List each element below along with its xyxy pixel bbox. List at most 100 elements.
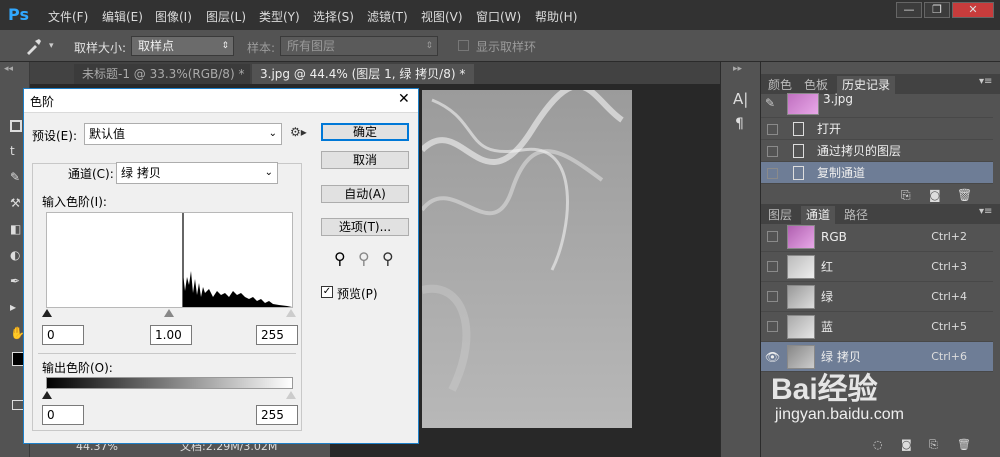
character-panel-icon[interactable]: A|	[733, 90, 748, 108]
history-item-label: 通过拷贝的图层	[817, 144, 902, 158]
ok-button[interactable]: 确定	[321, 123, 409, 141]
eraser-tool-icon[interactable]: ◧	[10, 222, 21, 236]
output-black-field[interactable]: 0	[42, 405, 84, 425]
pen-tool-icon[interactable]: ✒	[10, 274, 20, 288]
menu-bar: Ps 文件(F) 编辑(E) 图像(I) 图层(L) 类型(Y) 选择(S) 滤…	[0, 0, 1000, 30]
channel-row[interactable]: 绿 Ctrl+4	[761, 282, 993, 312]
menu-help[interactable]: 帮助(H)	[535, 8, 577, 25]
channel-row[interactable]: 红 Ctrl+3	[761, 252, 993, 282]
input-gamma-field[interactable]: 1.00	[150, 325, 192, 345]
panel-menu-icon[interactable]: ▾≡	[979, 76, 992, 87]
close-button[interactable]: ✕	[952, 2, 994, 18]
channel-name: 红	[821, 260, 834, 274]
black-point-eyedropper-icon[interactable]: ⚲	[334, 249, 346, 268]
input-black-field[interactable]: 0	[42, 325, 84, 345]
options-button[interactable]: 选项(T)...	[321, 218, 409, 236]
history-state-checkbox[interactable]	[767, 146, 778, 157]
history-item[interactable]: 通过拷贝的图层	[761, 140, 993, 162]
output-white-field[interactable]: 255	[256, 405, 298, 425]
paragraph-panel-icon[interactable]: ¶	[735, 116, 744, 132]
restore-button[interactable]: ❐	[924, 2, 950, 18]
history-document-icon	[793, 166, 804, 180]
preset-select[interactable]: 默认值 ⌄	[84, 123, 282, 145]
new-channel-icon[interactable]: ⎘	[929, 438, 938, 452]
menu-layer[interactable]: 图层(L)	[206, 8, 246, 25]
history-snapshot[interactable]: ✎ 3.jpg	[761, 92, 993, 118]
sample-select[interactable]: 所有图层 ⇕	[280, 36, 438, 56]
histogram	[46, 212, 293, 308]
channel-row[interactable]: 蓝 Ctrl+5	[761, 312, 993, 342]
channel-name: 绿	[821, 290, 834, 304]
input-black-slider[interactable]	[42, 309, 52, 317]
show-ring-checkbox[interactable]	[458, 40, 469, 51]
output-black-slider[interactable]	[42, 391, 52, 399]
gray-point-eyedropper-icon[interactable]: ⚲	[358, 249, 370, 268]
auto-button[interactable]: 自动(A)	[321, 185, 409, 203]
marquee-tool-icon[interactable]	[10, 120, 22, 132]
sample-size-select[interactable]: 取样点 ⇕	[131, 36, 234, 56]
history-item[interactable]: 打开	[761, 118, 993, 140]
channel-thumbnail	[787, 315, 815, 339]
preview-label: 预览(P)	[337, 287, 378, 301]
baidu-jingyan-logo: Bai经验	[771, 373, 878, 406]
visibility-toggle[interactable]	[767, 261, 778, 272]
history-state-checkbox[interactable]	[767, 124, 778, 135]
path-select-tool-icon[interactable]: ▸	[10, 300, 16, 314]
history-state-checkbox[interactable]	[767, 168, 778, 179]
dialog-close-icon[interactable]: ✕	[398, 91, 410, 107]
white-point-eyedropper-icon[interactable]: ⚲	[382, 249, 394, 268]
menu-view[interactable]: 视图(V)	[421, 8, 463, 25]
panel-menu-icon[interactable]: ▾≡	[979, 206, 992, 217]
visibility-toggle[interactable]	[767, 231, 778, 242]
new-document-from-state-icon[interactable]: ⎘	[901, 188, 911, 203]
stamp-tool-icon[interactable]: ⚒	[10, 196, 21, 210]
options-bar: ▾ 取样大小: 取样点 ⇕ 样本: 所有图层 ⇕ 显示取样环	[0, 30, 1000, 62]
output-gradient	[46, 377, 293, 389]
input-gamma-slider[interactable]	[164, 309, 174, 317]
channel-name: RGB	[821, 230, 847, 244]
input-white-slider[interactable]	[286, 309, 296, 317]
collapse-icon[interactable]: ◂◂	[4, 64, 13, 74]
visibility-toggle[interactable]	[767, 321, 778, 332]
channel-shortcut: Ctrl+2	[931, 230, 967, 243]
eyedropper-tool-icon[interactable]	[24, 37, 44, 55]
load-selection-icon[interactable]: ◌	[873, 438, 883, 451]
tool-preset-chevron-icon[interactable]: ▾	[49, 41, 54, 51]
menu-window[interactable]: 窗口(W)	[476, 8, 521, 25]
menu-edit[interactable]: 编辑(E)	[102, 8, 143, 25]
watermark-url: jingyan.baidu.com	[775, 406, 904, 423]
menu-file[interactable]: 文件(F)	[48, 8, 88, 25]
collapse-icon[interactable]: ▸▸	[733, 64, 742, 74]
trash-icon[interactable]: 🗑	[957, 188, 972, 202]
cancel-button[interactable]: 取消	[321, 151, 409, 169]
brush-tool-icon[interactable]: ✎	[10, 170, 20, 184]
history-document-icon	[793, 144, 804, 158]
menu-image[interactable]: 图像(I)	[155, 8, 192, 25]
input-white-field[interactable]: 255	[256, 325, 298, 345]
preview-checkbox[interactable]: ✓	[321, 286, 333, 298]
tab-untitled[interactable]: 未标题-1 @ 33.3%(RGB/8) *	[74, 64, 250, 84]
panel-icon-strip: ▸▸ A| ¶	[720, 62, 760, 457]
channel-thumbnail	[787, 225, 815, 249]
menu-select[interactable]: 选择(S)	[313, 8, 354, 25]
tab-3jpg[interactable]: 3.jpg @ 44.4% (图层 1, 绿 拷贝/8) *	[252, 64, 474, 84]
preset-options-gear-icon[interactable]: ⚙▸	[290, 125, 307, 139]
channel-thumbnail	[787, 285, 815, 309]
document-image[interactable]	[422, 90, 632, 428]
menu-filter[interactable]: 滤镜(T)	[367, 8, 408, 25]
history-item[interactable]: 复制通道	[761, 162, 993, 184]
output-white-slider[interactable]	[286, 391, 296, 399]
channel-row[interactable]: RGB Ctrl+2	[761, 222, 993, 252]
updown-icon: ⇕	[425, 41, 433, 51]
minimize-button[interactable]: —	[896, 2, 922, 18]
channel-select[interactable]: 绿 拷贝 ⌄	[116, 162, 278, 184]
visibility-toggle[interactable]	[767, 291, 778, 302]
camera-icon[interactable]: ◙	[929, 188, 941, 202]
trash-icon[interactable]: 🗑	[957, 438, 971, 451]
channel-name: 蓝	[821, 320, 834, 334]
history-document-icon	[793, 122, 804, 136]
save-selection-icon[interactable]: ◙	[901, 438, 912, 451]
blur-tool-icon[interactable]: ◐	[10, 248, 20, 262]
crop-tool-icon[interactable]: t	[10, 144, 15, 158]
menu-type[interactable]: 类型(Y)	[259, 8, 300, 25]
